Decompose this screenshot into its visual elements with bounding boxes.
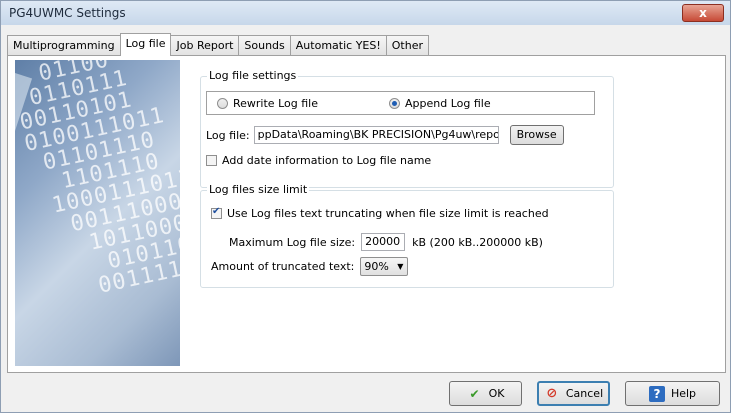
chevron-down-icon: ▼ bbox=[397, 262, 404, 271]
rewrite-radio-indicator[interactable] bbox=[217, 98, 228, 109]
browse-button[interactable]: Browse bbox=[509, 125, 564, 145]
tab-log-file[interactable]: Log file bbox=[119, 33, 172, 56]
max-size-input[interactable]: 20000 bbox=[361, 233, 406, 251]
rewrite-radio-label: Rewrite Log file bbox=[233, 97, 318, 110]
truncated-amount-select[interactable]: 90% ▼ bbox=[360, 257, 409, 276]
binary-banner-image: 01100 0110111 00110101 0100111011 011011… bbox=[15, 60, 180, 366]
log-file-row: Log file: ppData\Roaming\BK PRECISION\Pg… bbox=[206, 125, 564, 145]
log-file-path-input[interactable]: ppData\Roaming\BK PRECISION\Pg4uw\report… bbox=[253, 126, 499, 144]
tab-strip: Multiprogramming Log file Job Report Sou… bbox=[7, 33, 429, 56]
log-mode-radio-group: Rewrite Log file Append Log file bbox=[206, 91, 595, 115]
append-radio-indicator[interactable] bbox=[389, 98, 400, 109]
cancel-button[interactable]: ⊘ Cancel bbox=[537, 381, 610, 406]
add-date-label: Add date information to Log file name bbox=[222, 154, 432, 167]
truncated-amount-row: Amount of truncated text: 90% ▼ bbox=[211, 257, 409, 276]
tab-panel-log-file: 01100 0110111 00110101 0100111011 011011… bbox=[7, 55, 726, 373]
tab-job-report[interactable]: Job Report bbox=[170, 35, 240, 55]
add-date-checkbox[interactable] bbox=[206, 155, 217, 166]
checkmark-icon: ✔ bbox=[469, 386, 480, 401]
truncate-label: Use Log files text truncating when file … bbox=[227, 207, 549, 220]
max-size-unit: kB (200 kB..200000 kB) bbox=[412, 235, 543, 249]
truncated-amount-value: 90% bbox=[364, 260, 389, 273]
truncate-row[interactable]: Use Log files text truncating when file … bbox=[211, 206, 549, 220]
help-button-label: Help bbox=[670, 387, 697, 400]
close-icon: x bbox=[699, 6, 707, 20]
tab-multiprogramming[interactable]: Multiprogramming bbox=[7, 35, 121, 55]
log-file-settings-group: Log file settings Rewrite Log file Appen… bbox=[200, 69, 614, 188]
title-bar: PG4UWMC Settings x bbox=[1, 1, 730, 25]
cancel-icon: ⊘ bbox=[546, 385, 558, 401]
settings-window: PG4UWMC Settings x Multiprogramming Log … bbox=[0, 0, 731, 413]
ok-button-label: OK bbox=[488, 387, 505, 400]
tab-other[interactable]: Other bbox=[385, 35, 429, 55]
tab-automatic-yes[interactable]: Automatic YES! bbox=[289, 35, 387, 55]
rewrite-log-radio[interactable]: Rewrite Log file bbox=[217, 97, 318, 110]
group-label-log-settings: Log file settings bbox=[207, 69, 299, 82]
truncate-checkbox[interactable] bbox=[211, 206, 222, 219]
close-button[interactable]: x bbox=[682, 4, 724, 22]
help-icon: ? bbox=[648, 385, 665, 402]
window-title: PG4UWMC Settings bbox=[9, 6, 126, 20]
truncated-amount-label: Amount of truncated text: bbox=[211, 260, 355, 273]
cancel-button-label: Cancel bbox=[565, 387, 604, 400]
tab-sounds[interactable]: Sounds bbox=[238, 35, 291, 55]
log-size-limit-group: Log files size limit Use Log files text … bbox=[200, 183, 614, 288]
append-log-radio[interactable]: Append Log file bbox=[389, 97, 491, 110]
help-button[interactable]: ? Help bbox=[625, 381, 720, 406]
ok-button[interactable]: ✔ OK bbox=[449, 381, 522, 406]
add-date-row[interactable]: Add date information to Log file name bbox=[206, 154, 431, 167]
max-size-row: Maximum Log file size: 20000 kB (200 kB.… bbox=[229, 233, 543, 251]
append-radio-label: Append Log file bbox=[405, 97, 491, 110]
log-file-label: Log file: bbox=[206, 128, 250, 142]
max-size-label: Maximum Log file size: bbox=[229, 235, 356, 249]
group-label-size-limit: Log files size limit bbox=[207, 183, 310, 196]
